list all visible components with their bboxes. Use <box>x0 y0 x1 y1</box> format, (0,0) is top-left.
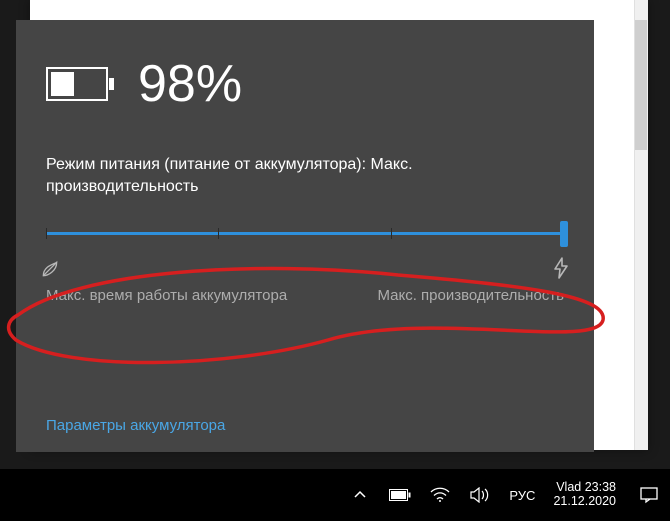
battery-settings-link[interactable]: Параметры аккумулятора <box>46 417 225 434</box>
tray-date: 21.12.2020 <box>553 495 616 509</box>
tray-clock[interactable]: Vlad 23:38 21.12.2020 <box>553 481 616 509</box>
tray-battery-icon[interactable] <box>389 484 411 506</box>
leaf-icon <box>40 259 60 284</box>
tray-wifi-icon[interactable] <box>429 484 451 506</box>
tray-time: 23:38 <box>585 480 616 494</box>
tray-user: Vlad <box>556 480 581 494</box>
tray-volume-icon[interactable] <box>469 484 491 506</box>
tray-language[interactable]: РУС <box>509 488 535 503</box>
battery-icon <box>46 64 116 104</box>
slider-right-label: Макс. производительность <box>377 287 564 304</box>
power-mode-slider[interactable] <box>46 221 564 247</box>
power-mode-label: Режим питания (питание от аккумулятора):… <box>46 154 564 197</box>
lightning-icon <box>552 257 570 284</box>
tray-notifications-icon[interactable] <box>638 484 660 506</box>
tray-chevron-icon[interactable] <box>349 484 371 506</box>
scrollbar-thumb[interactable] <box>635 20 647 150</box>
battery-flyout: 98% Режим питания (питание от аккумулято… <box>16 20 594 452</box>
slider-left-label: Макс. время работы аккумулятора <box>46 287 287 304</box>
taskbar[interactable]: РУС Vlad 23:38 21.12.2020 <box>0 469 670 521</box>
scrollbar[interactable] <box>634 0 648 450</box>
slider-thumb[interactable] <box>560 221 568 247</box>
battery-percent: 98% <box>138 54 242 114</box>
